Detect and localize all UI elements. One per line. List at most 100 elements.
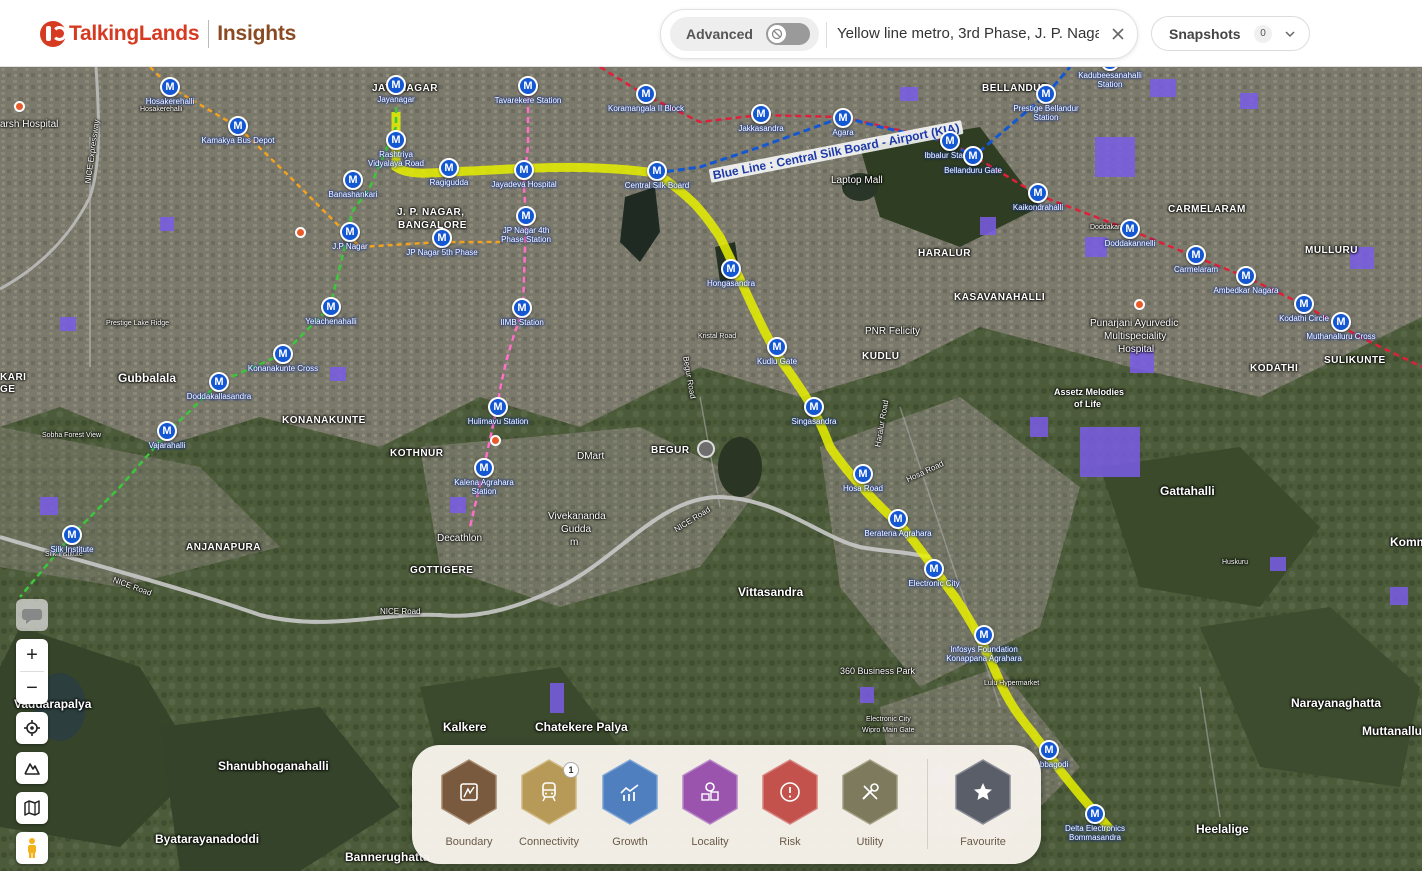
folded-map-icon — [24, 800, 40, 816]
metro-station-doddakannelli[interactable]: M Doddakannelli — [1105, 219, 1155, 248]
metro-station-electronic-city[interactable]: M Electronic City — [908, 559, 960, 588]
metro-station-agara[interactable]: M Agara — [832, 108, 854, 137]
metro-station-jp-nagar[interactable]: M J.P Nagar — [332, 222, 368, 251]
metro-station-kadubeesanahalli[interactable]: M Kadubeesanahalli Station — [1078, 67, 1142, 89]
category-utility-button[interactable]: Utility — [835, 759, 905, 855]
station-name: Jayanagar — [377, 95, 415, 104]
station-name: JP Nagar 5th Phase — [406, 248, 478, 257]
category-growth-button[interactable]: Growth — [595, 759, 665, 855]
disabled-icon — [771, 28, 783, 40]
metro-icon: M — [751, 104, 771, 124]
category-risk-button[interactable]: Risk — [755, 759, 825, 855]
category-label: Utility — [856, 836, 884, 848]
zoom-control: + − — [16, 639, 48, 704]
station-name-line2: Konappana Agrahara — [946, 654, 1022, 663]
zoom-in-button[interactable]: + — [16, 639, 48, 671]
metro-station-delta-electronics[interactable]: M Delta Electronics Bommasandra — [1065, 804, 1125, 842]
metro-station-kamakya[interactable]: M Kamakya Bus Depot — [202, 116, 274, 145]
metro-icon: M — [157, 421, 177, 441]
metro-station-jakkasandra[interactable]: M Jakkasandra — [738, 104, 784, 133]
metro-station-central-silk-board[interactable]: M Central Silk Board — [625, 161, 689, 190]
metro-station-iimb[interactable]: M IIMB Station — [500, 298, 544, 327]
category-connectivity-button[interactable]: 1 Connectivity — [514, 759, 584, 855]
utility-hexagon — [841, 759, 899, 825]
snapshots-dropdown[interactable]: Snapshots 0 — [1151, 16, 1310, 51]
metro-station-kaikondrahalli[interactable]: M Kaikondrahalli — [1013, 183, 1063, 212]
metro-station-silk-institute[interactable]: M Silk Institute — [50, 525, 94, 554]
station-name: Singasandra — [791, 417, 837, 426]
metro-station-jp-nagar-4th-phase[interactable]: M JP Nagar 4th Phase Station — [501, 206, 551, 244]
metro-station-jp-nagar-5th-phase[interactable]: M JP Nagar 5th Phase — [406, 228, 478, 257]
metro-station-vajarahalli[interactable]: M Vajarahalli — [149, 421, 185, 450]
metro-station-carmelaram[interactable]: M Carmelaram — [1174, 245, 1218, 274]
area-label-jpnagar: J. P. NAGAR, — [397, 207, 465, 218]
area-label-ge: GE — [0, 384, 16, 395]
metro-icon: M — [1085, 804, 1105, 824]
search-input[interactable]: Yellow line metro, 3rd Phase, J. P. Naga… — [837, 25, 1099, 45]
metro-station-muthanalluru-cross[interactable]: M Muthanalluru Cross — [1306, 312, 1376, 341]
hospital-pin-icon[interactable] — [490, 435, 501, 446]
metro-station-hebbagodi[interactable]: M Hebbagodi — [1030, 740, 1068, 769]
zoom-out-button[interactable]: − — [16, 672, 48, 704]
area-label-kodathi: KODATHI — [1250, 363, 1299, 374]
metro-station-jayadeva-hospital[interactable]: M Jayadeva Hospital — [491, 160, 557, 189]
lock-location-icon[interactable] — [697, 440, 715, 458]
metro-station-banashankari[interactable]: M Banashankari — [329, 170, 377, 199]
metro-station-rashtriya-vidyalaya[interactable]: M Rashtriya Vidyalaya Road — [368, 130, 424, 168]
place-label: Decathlon — [437, 533, 483, 544]
hospital-pin-icon[interactable] — [1134, 299, 1145, 310]
category-boundary-button[interactable]: Boundary — [434, 759, 504, 855]
station-name: Muthanalluru Cross — [1306, 332, 1376, 341]
station-name-line2: Bommasandra — [1068, 833, 1122, 842]
connectivity-count-badge: 1 — [563, 762, 579, 778]
place-label: Prestige Lake Ridge — [106, 320, 170, 327]
metro-station-hosa-road[interactable]: M Hosa Road — [843, 464, 883, 493]
metro-station-kalena-agrahara[interactable]: M Kalena Agrahara Station — [454, 458, 514, 496]
hospital-pin-icon[interactable] — [295, 227, 306, 238]
place-label: Komm — [1390, 535, 1422, 549]
metro-station-konanakunte-cross[interactable]: M Konanakunte Cross — [248, 344, 318, 373]
metro-icon: M — [514, 160, 534, 180]
metro-station-jayanagar[interactable]: M Jayanagar — [377, 75, 415, 104]
station-name: Silk Institute — [50, 545, 94, 554]
metro-station-ambedkar-nagara[interactable]: M Ambedkar Nagara — [1214, 266, 1278, 295]
metro-station-beratena-agrahara[interactable]: M Beratena Agrahara — [864, 509, 932, 538]
clear-search-button[interactable] — [1107, 22, 1129, 46]
metro-icon: M — [439, 158, 459, 178]
metro-icon: M — [386, 75, 406, 95]
category-favourite-button[interactable]: Favourite — [948, 759, 1018, 855]
station-name: Beratena Agrahara — [864, 529, 932, 538]
category-label: Favourite — [960, 836, 1006, 848]
metro-station-doddakallasandra[interactable]: M Doddakallasandra — [187, 372, 251, 401]
metro-station-hosakerehalli[interactable]: M Hosakerehalli — [146, 77, 194, 106]
street-view-button[interactable] — [16, 832, 48, 864]
category-locality-button[interactable]: Locality — [675, 759, 745, 855]
advanced-mode-control[interactable]: Advanced — [670, 17, 819, 51]
metro-station-singasandra[interactable]: M Singasandra — [792, 397, 836, 426]
train-icon — [542, 782, 556, 802]
metro-station-koramangala-ii-block[interactable]: M Koramangala II Block — [608, 84, 684, 113]
metro-station-bellanduru-gate[interactable]: M Bellanduru Gate — [944, 146, 1002, 175]
advanced-toggle[interactable] — [766, 23, 810, 45]
metro-station-ragigudda[interactable]: M Ragigudda — [430, 158, 468, 187]
metro-station-yelachenahalli[interactable]: M Yelachenahalli — [305, 297, 357, 326]
metro-station-infosys-foundation[interactable]: M Infosys Foundation Konappana Agrahara — [946, 625, 1022, 663]
station-name: IIMB Station — [500, 318, 544, 327]
brand-name: TalkingLands — [69, 22, 200, 45]
metro-station-kudlu-gate[interactable]: M Kudlu Gate — [757, 337, 797, 366]
terrain-button[interactable] — [16, 752, 48, 784]
chat-bubble-control[interactable] — [16, 599, 48, 631]
brand-logo-link[interactable]: TalkingLands Insights — [40, 19, 296, 49]
locate-me-button[interactable] — [16, 712, 48, 744]
metro-station-ibbalur[interactable]: M Ibbalur Station — [924, 131, 976, 160]
metro-station-kodathi-circle[interactable]: M Kodathi Circle — [1279, 294, 1329, 323]
metro-station-tavarekere[interactable]: M Tavarekere Station — [495, 76, 561, 105]
place-label: Chatekere Palya — [535, 720, 628, 734]
metro-icon: M — [767, 337, 787, 357]
metro-station-prestige-bellandur[interactable]: M Prestige Bellandur Station — [1013, 84, 1079, 122]
metro-station-hulimavu[interactable]: M Hulimavu Station — [468, 397, 528, 426]
category-label: Boundary — [445, 836, 493, 848]
map-layers-button[interactable] — [16, 792, 48, 824]
metro-station-hongasandra[interactable]: M Hongasandra — [707, 259, 755, 288]
hospital-pin-icon[interactable] — [14, 101, 25, 112]
